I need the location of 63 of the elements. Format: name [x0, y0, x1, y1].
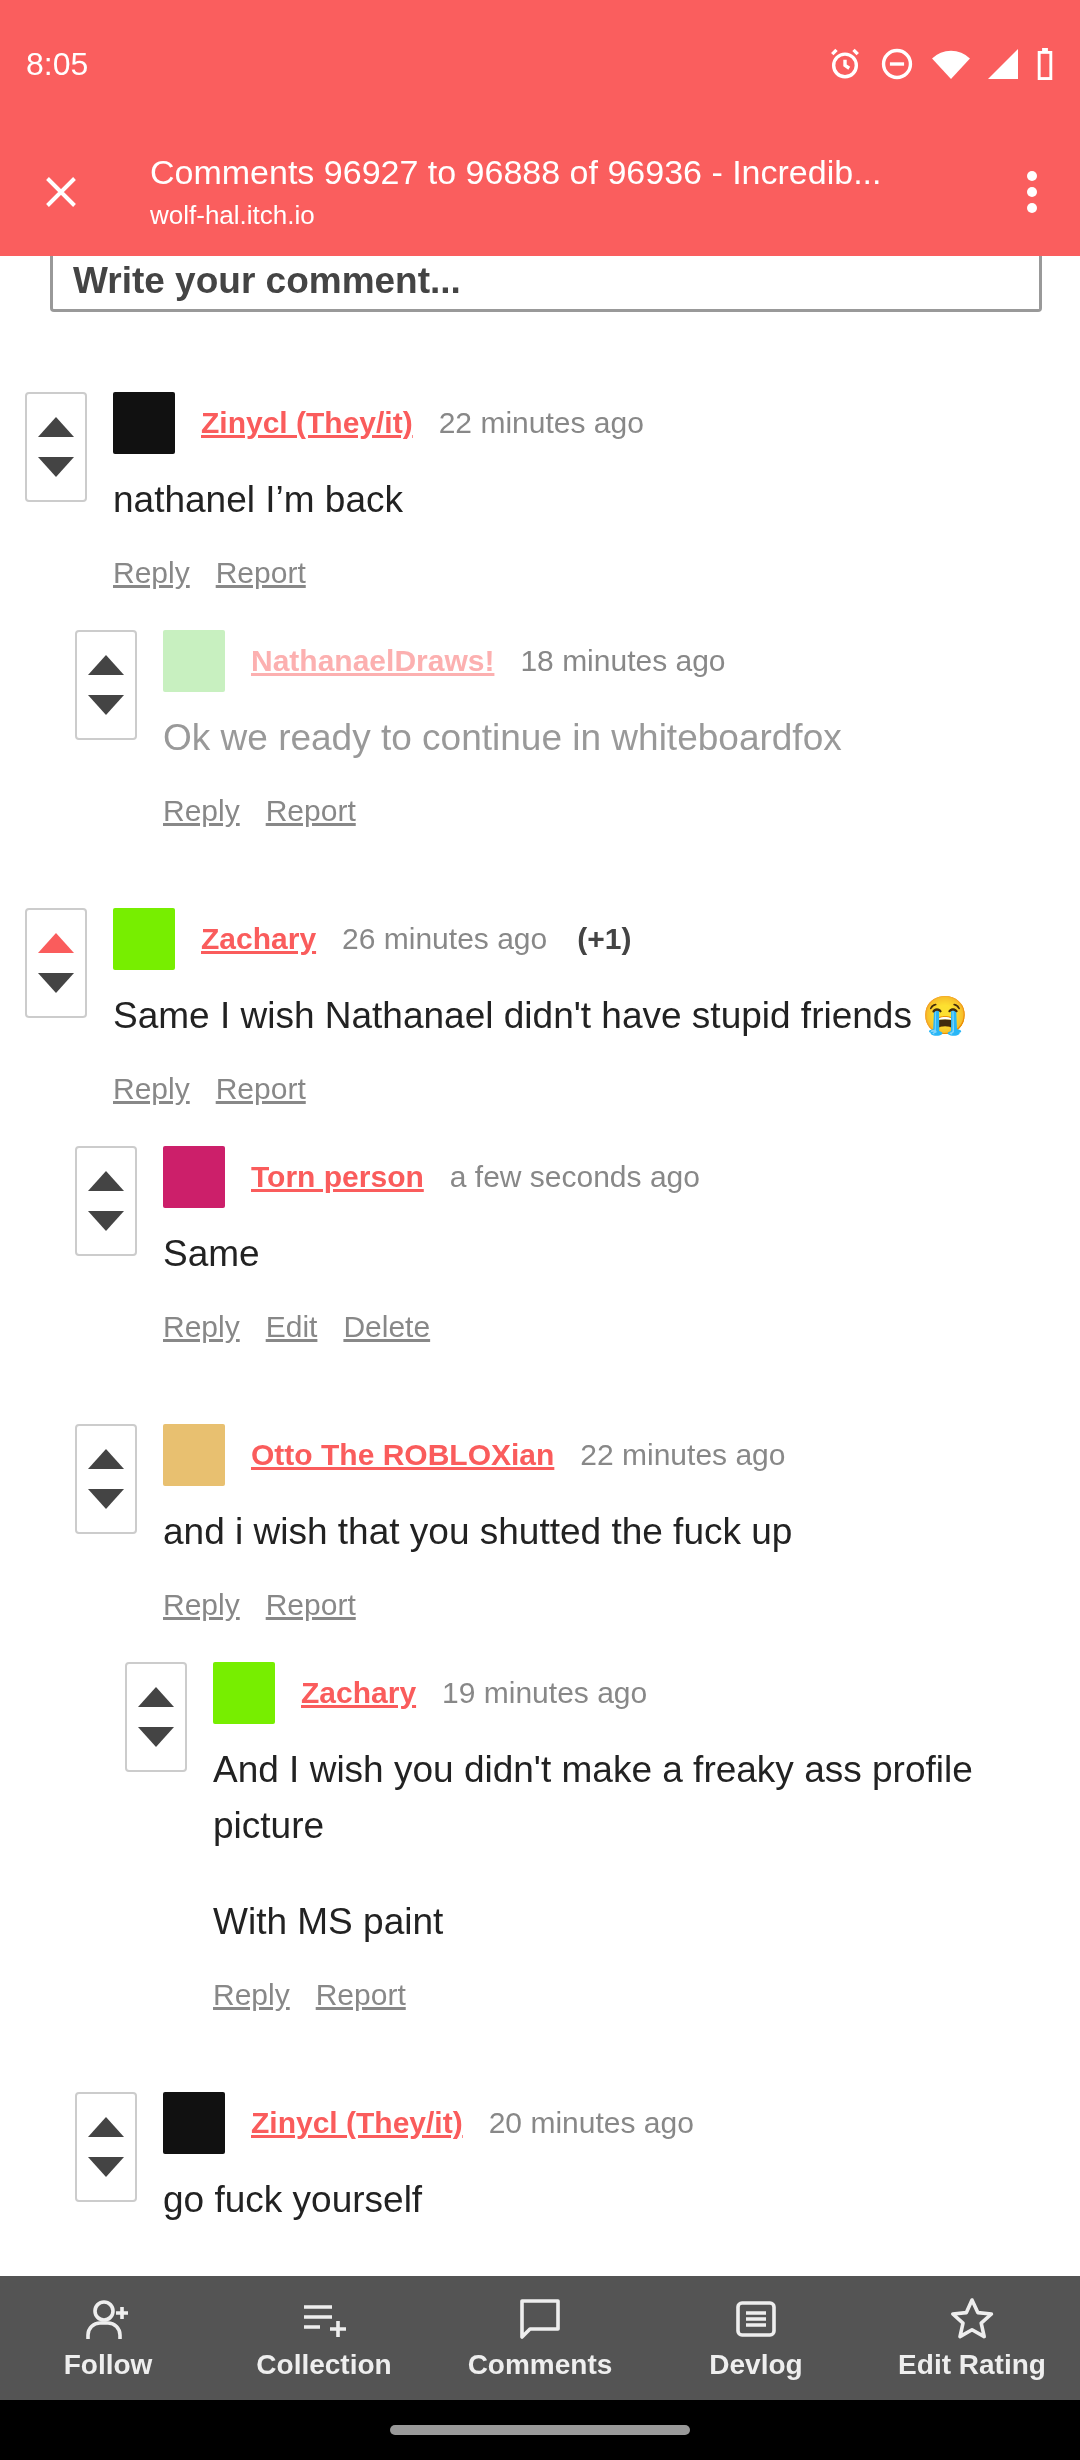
comment-action-link[interactable]: Report: [215, 556, 306, 590]
downvote-button[interactable]: [86, 1487, 126, 1511]
nav-tab[interactable]: Devlog: [648, 2295, 864, 2381]
comment-time: 20 minutes ago: [488, 2106, 694, 2140]
alarm-icon: [828, 47, 862, 81]
nav-tab[interactable]: Collection: [216, 2295, 432, 2381]
comment-text: Same: [163, 1232, 261, 1276]
author-link[interactable]: Zachary: [301, 1676, 417, 1710]
comment-text: nathanel I’m back: [113, 478, 404, 522]
upvote-button[interactable]: [86, 1169, 126, 1193]
downvote-button[interactable]: [36, 971, 76, 995]
nav-tab[interactable]: Edit Rating: [864, 2295, 1080, 2381]
author-link[interactable]: Zachary: [201, 922, 317, 956]
comment-text: and i wish that you shutted the fuck up: [163, 1510, 794, 1554]
vote-score: (+1): [577, 922, 632, 956]
battery-icon: [1036, 48, 1054, 80]
author-link[interactable]: Otto The ROBLOXian: [251, 1438, 555, 1472]
upvote-button[interactable]: [86, 2115, 126, 2139]
comment-action-link[interactable]: Reply: [163, 794, 240, 828]
clock: 8:05: [26, 45, 89, 83]
do-not-disturb-icon: [880, 47, 914, 81]
more-menu-icon: [1026, 170, 1038, 214]
comment-action-link[interactable]: Report: [265, 1588, 356, 1622]
comment-action-link[interactable]: Reply: [213, 1978, 290, 2012]
comment-action-link[interactable]: Reply: [113, 1072, 190, 1106]
nav-tab[interactable]: Comments: [432, 2295, 648, 2381]
nav-tab[interactable]: Follow: [0, 2295, 216, 2381]
upvote-button[interactable]: [86, 1447, 126, 1471]
comment-time: 22 minutes ago: [580, 1438, 786, 1472]
upvote-button[interactable]: [36, 415, 76, 439]
downvote-button[interactable]: [86, 2155, 126, 2179]
downvote-button[interactable]: [136, 1725, 176, 1749]
signal-icon: [988, 49, 1018, 79]
comment-action-link[interactable]: Report: [315, 1978, 406, 2012]
author-link[interactable]: Zinycl (They/it): [251, 2106, 463, 2140]
comment-time: a few seconds ago: [449, 1160, 700, 1194]
comment-action-link[interactable]: Reply: [163, 1588, 240, 1622]
author-link[interactable]: Zinycl (They/it): [201, 406, 413, 440]
comment-action-link[interactable]: Report: [215, 1072, 306, 1106]
comment-time: 26 minutes ago: [342, 922, 548, 956]
page-url: wolf-hal.itch.io: [150, 200, 316, 231]
downvote-button[interactable]: [86, 1209, 126, 1233]
comment-action-link[interactable]: Delete: [343, 1310, 431, 1344]
comment-text: Ok we ready to continue in whiteboardfox: [163, 716, 843, 760]
comment-text: go fuck yourself: [163, 2178, 424, 2222]
downvote-button[interactable]: [36, 455, 76, 479]
comment-time: 22 minutes ago: [438, 406, 644, 440]
comment-time: 19 minutes ago: [442, 1676, 648, 1710]
comment-action-link[interactable]: Reply: [163, 1310, 240, 1344]
comment-action-link[interactable]: Report: [265, 794, 356, 828]
comment-text: Same I wish Nathanael didn't have stupid friends 😭: [113, 994, 970, 1038]
downvote-button[interactable]: [86, 693, 126, 717]
author-link[interactable]: Torn person: [251, 1160, 424, 1194]
comment-input-field[interactable]: Write your comment...: [50, 256, 1042, 312]
comment-text: And I wish you didn't make a freaky ass profile picture: [213, 1748, 974, 1848]
upvote-button[interactable]: [86, 653, 126, 677]
comment-time: 18 minutes ago: [520, 644, 726, 678]
wifi-icon: [932, 49, 970, 79]
comment-text: With MS paint: [213, 1900, 445, 1944]
page-title: Comments 96927 to 96888 of 96936 - Incredib...: [150, 153, 883, 192]
comment-action-link[interactable]: Edit: [265, 1310, 318, 1344]
comment-action-link[interactable]: Reply: [113, 556, 190, 590]
upvote-button[interactable]: [136, 1685, 176, 1709]
